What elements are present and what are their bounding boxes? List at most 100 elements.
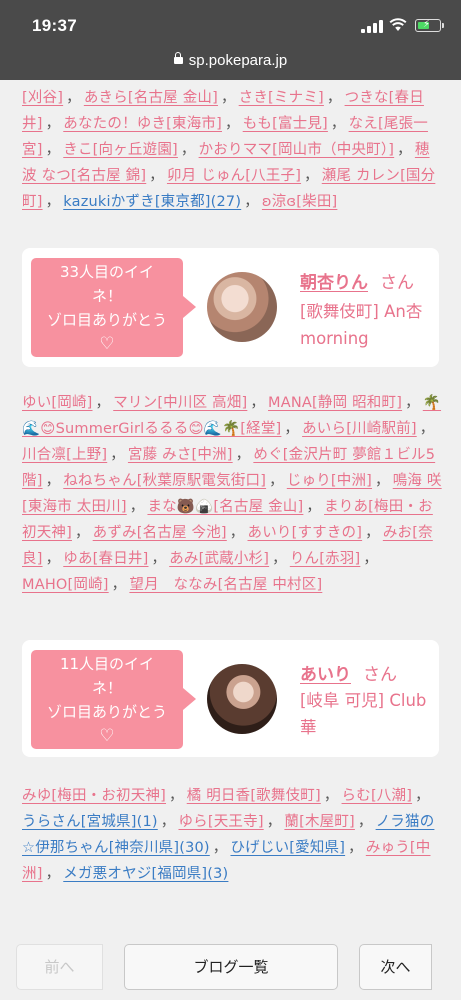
liker-link[interactable]: らむ[八潮] [342,788,413,804]
separator: ， [111,577,127,593]
liker-link[interactable]: MANA[静岡 昭和町] [268,395,402,411]
separator: ， [348,840,363,856]
liker-link[interactable]: あみ[武蔵小杉] [169,551,269,567]
blog-list-label: ブログ一覧 [193,958,269,976]
avatar[interactable] [207,664,277,734]
separator: ， [45,194,61,210]
separator: ， [45,473,61,489]
liker-link[interactable]: ゆあ[春日井] [63,551,148,567]
shop-name: [歌舞伎町] An杏morning [300,302,423,348]
separator: ， [250,395,266,411]
liker-link[interactable]: きこ[向ヶ丘遊園] [63,142,178,158]
girl-name-link[interactable]: 朝杏りん [300,273,368,293]
bubble-line: ゾロ目ありがとう [46,703,167,721]
liker-link[interactable]: うらさん[宮城県](1) [22,814,158,830]
liker-list-bottom: みゆ[梅田・お初天神]，橘 明日香[歌舞伎町]，らむ[八潮] ，うらさん[宮城県]… [22,783,442,887]
separator: ， [269,473,284,489]
liker-link[interactable]: まな🐻🍙[名古屋 金山] [147,499,303,515]
liker-list-top: [刈谷]，あきら[名古屋 金山]，さき[ミナミ]，つきな[春日井]，あなたの！ゆ… [22,85,442,215]
heart-icon: ♡ [99,726,115,746]
liker-link[interactable]: あいり[すすきの] [248,525,363,541]
liker-link[interactable]: ひげじい[愛知県] [230,840,345,856]
liker-list-mid: ゆい[岡崎]，マリン[中川区 高畑]， MANA[静岡 昭和町]， 🌴🌊😊Summe… [22,390,442,598]
prev-label: 前へ [44,958,75,976]
liker-link[interactable]: じゅり[中洲] [287,473,372,489]
next-button[interactable]: 次へ [359,944,432,990]
separator: ， [284,421,300,437]
status-bar: 19:37 ⚡ [0,0,461,44]
separator: ， [363,551,379,567]
liker-link[interactable]: 宮藤 みさ[中洲] [128,447,233,463]
next-label: 次へ [380,958,411,976]
separator: ， [110,447,125,463]
separator: ， [397,142,412,158]
liker-link[interactable]: ゆい[岡崎] [22,395,93,411]
bubble-line: ゾロ目ありがとう [46,311,167,329]
status-time: 19:37 [32,16,77,35]
liker-link[interactable]: 望月 ななみ[名古屋 中村区] [129,577,322,593]
separator: ， [229,525,245,541]
separator: ， [45,551,61,567]
url-bar[interactable]: sp.pokepara.jp [0,44,461,80]
liker-link[interactable]: マリン[中川区 高畑] [113,395,247,411]
liker-link[interactable]: MAHO[岡崎] [22,577,109,593]
liker-link[interactable]: ʚ涼ɞ[柴田] [262,194,337,210]
separator: ， [151,551,167,567]
separator: ， [244,194,259,210]
heart-icon: ♡ [99,334,115,354]
liker-link[interactable]: さき[ミナミ] [239,90,324,106]
liker-link[interactable]: ゆら[天王寺] [178,814,263,830]
liker-link[interactable]: 卯月 じゅん[八王子] [167,168,301,184]
liker-link[interactable]: もも[富士見] [243,116,328,132]
separator: ， [169,788,184,804]
prev-button[interactable]: 前へ [16,944,103,990]
separator: ， [357,814,373,830]
milestone-bubble: 33人目のイイ ネ！ ゾロ目ありがとう ♡ [31,258,196,357]
liker-link[interactable]: かおりママ[岡山市（中央町）] [199,142,395,158]
bubble-line: 11人目のイイ [59,655,155,673]
liker-link[interactable]: [刈谷] [22,90,63,106]
honorific: さん [363,665,397,685]
separator: ， [306,499,322,515]
separator: ， [330,116,346,132]
liker-link[interactable]: みゆ[梅田・お初天神] [22,788,166,804]
separator: ， [266,814,282,830]
separator: ， [405,395,420,411]
page-content: [刈谷]，あきら[名古屋 金山]，さき[ミナミ]，つきな[春日井]，あなたの！ゆ… [0,80,461,934]
liker-link[interactable]: あいら[川崎駅前] [302,421,417,437]
url-text: sp.pokepara.jp [188,52,288,69]
liker-link[interactable]: メガ悪オヤジ[福岡県](3) [63,866,228,882]
separator: ， [272,551,287,567]
separator: ， [45,116,61,132]
separator: ， [323,788,339,804]
liker-link[interactable]: 橘 明日香[歌舞伎町] [187,788,321,804]
separator: ， [365,525,380,541]
liker-link[interactable]: kazukiかずき[東京都](27) [63,194,241,210]
girl-name-link[interactable]: あいり [300,665,351,685]
separator: ， [95,395,111,411]
honorific: さん [380,273,414,293]
battery-icon: ⚡ [415,19,444,32]
liker-link[interactable]: 蘭[木屋町] [284,814,355,830]
liker-link[interactable]: 川合凛[上野] [22,447,107,463]
liker-link[interactable]: りん[赤羽] [290,551,361,567]
separator: ， [419,421,435,437]
bubble-line: ネ！ [91,679,122,697]
separator: ， [375,473,390,489]
blog-list-button[interactable]: ブログ一覧 [124,944,338,990]
milestone-card-1[interactable]: 33人目のイイ ネ！ ゾロ目ありがとう ♡ 朝杏りん さん [歌舞伎町] An杏m… [22,248,439,367]
bubble-line: 33人目のイイ [59,263,155,281]
avatar[interactable] [207,272,277,342]
lock-icon [173,51,183,64]
separator: ， [235,447,251,463]
separator: ， [220,90,236,106]
liker-link[interactable]: あずみ[名古屋 今池] [93,525,227,541]
separator: ， [224,116,240,132]
separator: ， [160,814,176,830]
liker-link[interactable]: ねねちゃん[秋葉原駅電気街口] [63,473,266,489]
liker-link[interactable]: あなたの！ゆき[東海市] [63,116,222,132]
liker-link[interactable]: あきら[名古屋 金山] [84,90,218,106]
bubble-line: ネ！ [91,287,122,305]
milestone-card-2[interactable]: 11人目のイイ ネ！ ゾロ目ありがとう ♡ あいり さん [岐阜 可児] Club… [22,640,439,757]
shop-name: [岐阜 可児] Club 華 [300,691,427,737]
